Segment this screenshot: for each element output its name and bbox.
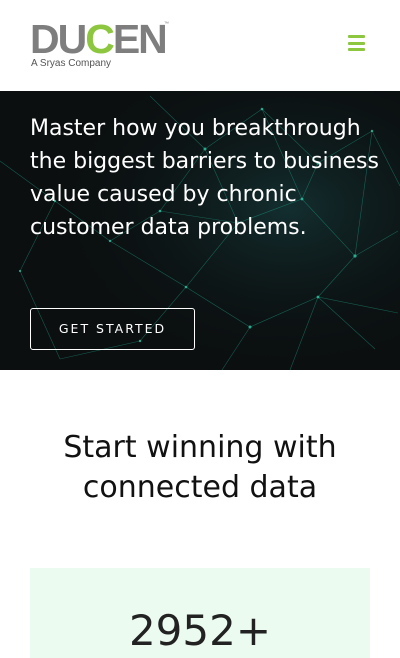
ducen-logo[interactable]: DUCEN ™ A Sryas Company bbox=[30, 19, 175, 75]
hero-headline: Master how you breakthrough the biggest … bbox=[30, 116, 379, 240]
logo-tagline: A Sryas Company bbox=[31, 58, 112, 69]
trademark-symbol: ™ bbox=[164, 21, 169, 27]
hero-banner: Master how you breakthrough the biggest … bbox=[0, 91, 400, 370]
logo-wordmark: DUCEN bbox=[30, 19, 168, 60]
section-title: Start winning with connected data bbox=[63, 430, 337, 505]
get-started-button[interactable]: GET STARTED bbox=[30, 308, 195, 350]
site-header: DUCEN ™ A Sryas Company bbox=[0, 0, 400, 91]
hamburger-menu-icon[interactable] bbox=[345, 33, 367, 53]
stat-value: 2952+ bbox=[128, 606, 272, 655]
logo-accent-letter: C bbox=[85, 16, 115, 62]
stat-card: 2952+ bbox=[30, 568, 370, 658]
logo-prefix: DU bbox=[30, 16, 87, 62]
logo-suffix: EN bbox=[112, 16, 168, 62]
